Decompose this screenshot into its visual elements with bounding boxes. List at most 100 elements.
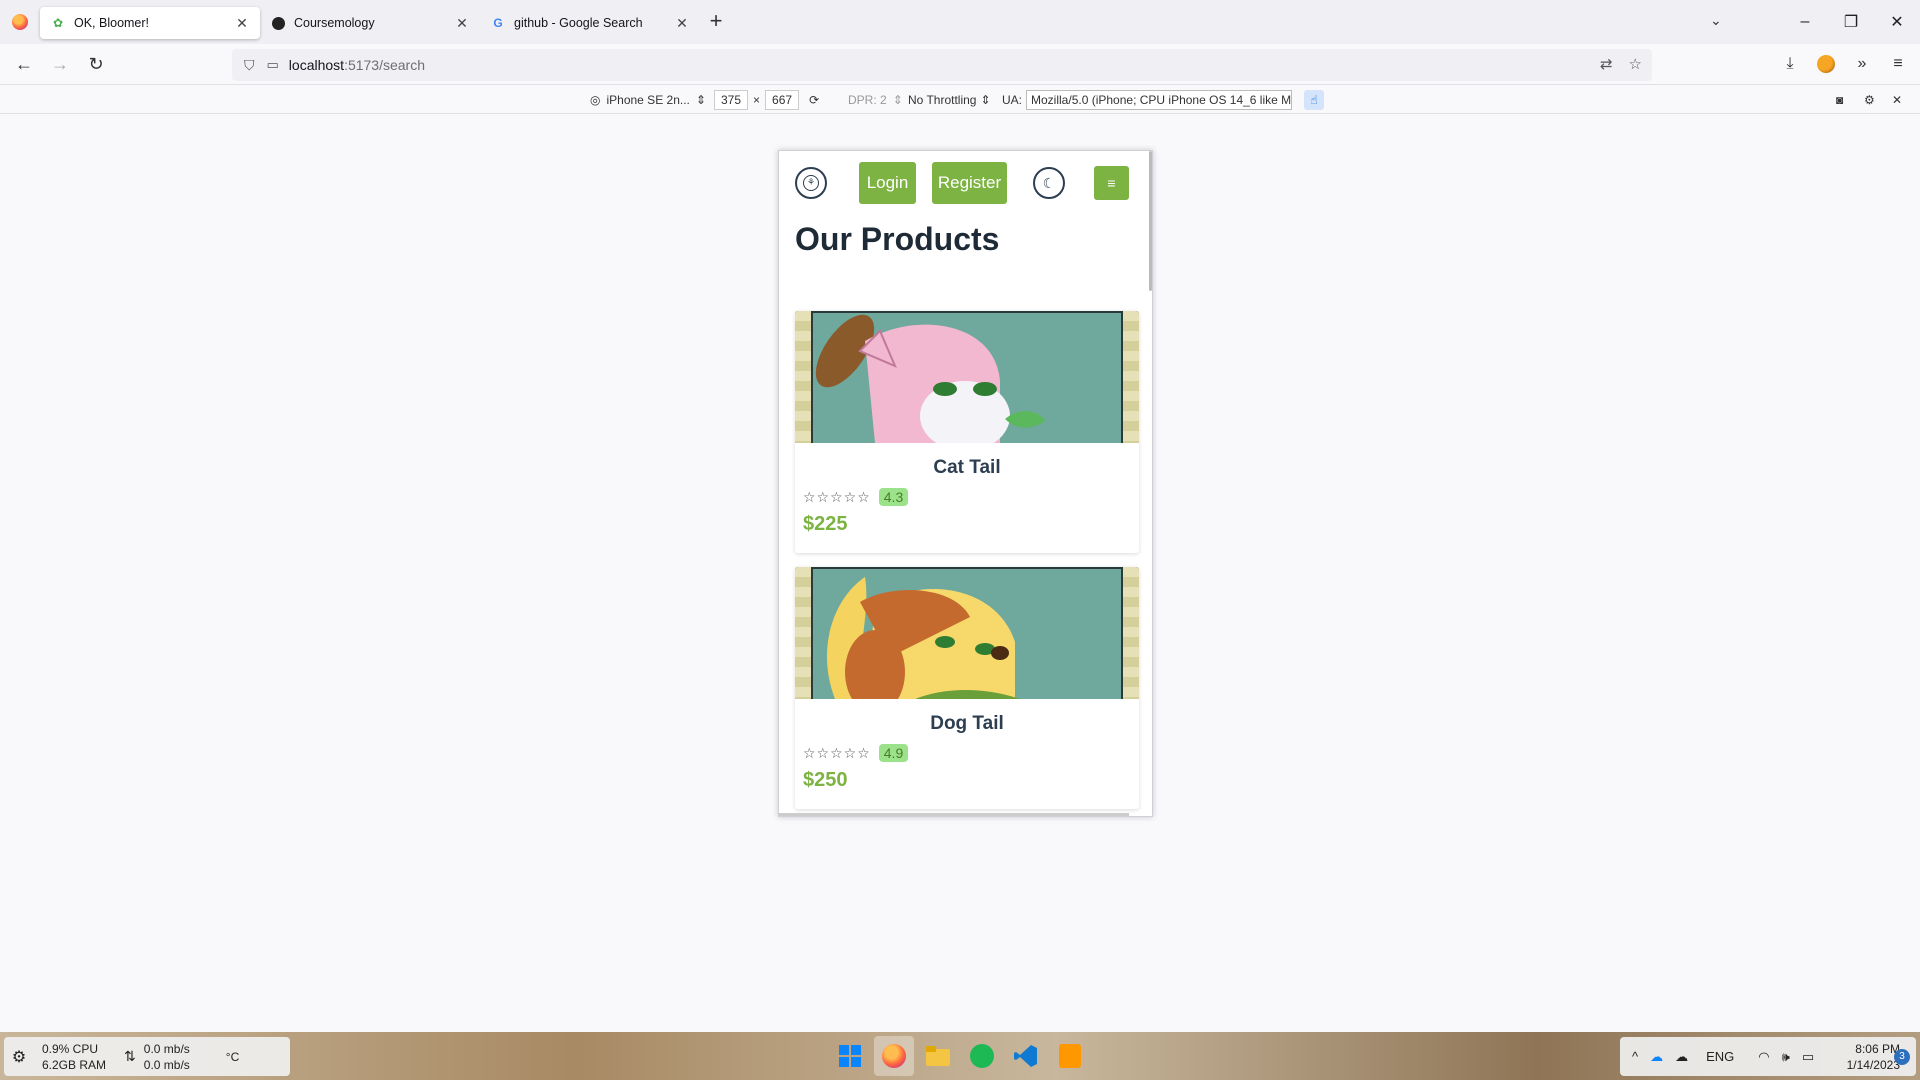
battery-icon[interactable]: ▭: [1802, 1049, 1814, 1065]
device-selector[interactable]: ◎ iPhone SE 2n... ⇕: [590, 90, 706, 110]
page-title: Our Products: [795, 221, 1000, 257]
volume-icon[interactable]: 🕪: [1782, 1049, 1790, 1065]
close-tab-icon[interactable]: ✕: [674, 15, 690, 31]
network-arrows-icon: ⇅: [124, 1048, 136, 1064]
product-price: $250: [803, 769, 848, 791]
responsive-toolbar: ◎ iPhone SE 2n... ⇕ 375 × 667 ⟳ DPR: 2 ⇕…: [0, 86, 1920, 114]
file-explorer-icon[interactable]: [918, 1036, 958, 1076]
new-tab-button[interactable]: +: [700, 6, 732, 38]
close-window-button[interactable]: ✕: [1874, 12, 1920, 32]
cpu-usage: 0.9% CPU: [42, 1041, 99, 1056]
translate-icon[interactable]: ⇄: [1600, 55, 1613, 73]
bookmark-star-icon[interactable]: ☆: [1629, 55, 1642, 73]
spotify-icon[interactable]: [962, 1036, 1002, 1076]
app-header: ⚘ Login Register ☾ ≡: [779, 151, 1151, 219]
google-icon: G: [493, 16, 503, 30]
tab-title: OK, Bloomer!: [74, 16, 150, 30]
restore-button[interactable]: ❐: [1828, 12, 1874, 32]
star-rating-icon: ☆☆☆☆☆: [803, 744, 871, 761]
vertical-scrollbar[interactable]: [1149, 151, 1152, 291]
forward-button[interactable]: →: [42, 48, 78, 80]
overflow-icon[interactable]: »: [1850, 48, 1874, 80]
user-agent-input[interactable]: Mozilla/5.0 (iPhone; CPU iPhone OS 14_6 …: [1026, 90, 1293, 110]
updown-icon: ⇕: [980, 93, 991, 107]
product-price: $225: [803, 513, 848, 535]
chevron-up-icon[interactable]: ^: [1632, 1049, 1638, 1064]
app-logo-icon[interactable]: ⚘: [795, 167, 827, 199]
product-name[interactable]: Cat Tail: [795, 457, 1139, 479]
close-rdm-icon[interactable]: ✕: [1892, 90, 1902, 110]
product-rating: ☆☆☆☆☆ 4.9: [803, 744, 1139, 762]
reload-button[interactable]: ↻: [78, 48, 114, 80]
product-card[interactable]: Cat Tail ☆☆☆☆☆ 4.3 $225: [795, 311, 1139, 553]
coursemology-icon: [270, 15, 286, 31]
hamburger-menu-button[interactable]: ≡: [1094, 166, 1129, 200]
product-card[interactable]: Dog Tail ☆☆☆☆☆ 4.9 $250: [795, 567, 1139, 809]
onedrive-icon[interactable]: ☁: [1650, 1049, 1663, 1065]
product-image[interactable]: [795, 567, 1139, 699]
throttling-selector[interactable]: No Throttling ⇕: [908, 90, 991, 110]
downloads-icon[interactable]: ⤓: [1778, 48, 1802, 80]
system-monitor-widget[interactable]: ⚙ 0.9% CPU 6.2GB RAM ⇅ 0.0 mb/s 0.0 mb/s…: [4, 1037, 290, 1076]
menu-icon[interactable]: ≡: [1886, 48, 1910, 80]
viewport-width-input[interactable]: 375: [714, 90, 749, 110]
tab-google-search[interactable]: G github - Google Search ✕: [480, 7, 700, 39]
back-button[interactable]: ←: [6, 48, 42, 80]
tab-title: Coursemology: [294, 16, 375, 30]
language-indicator[interactable]: ENG: [1706, 1049, 1734, 1064]
ram-usage: 6.2GB RAM: [42, 1057, 107, 1072]
settings-gear-icon[interactable]: ⚙: [1864, 90, 1875, 110]
tab-title: github - Google Search: [514, 16, 643, 30]
rating-score: 4.3: [878, 488, 909, 506]
updown-icon: ⇕: [892, 93, 903, 107]
device-name: iPhone SE 2n...: [606, 93, 690, 107]
close-tab-icon[interactable]: ✕: [454, 15, 470, 31]
leaf-icon: ✿: [52, 16, 64, 30]
firefox-icon[interactable]: [0, 0, 40, 44]
windows-start-icon[interactable]: [830, 1036, 870, 1076]
chip-icon: ⚙: [11, 1048, 27, 1066]
net-upload: 0.0 mb/s: [143, 1041, 190, 1056]
clock[interactable]: 8:06 PM 1/14/2023: [1820, 1041, 1900, 1073]
product-rating: ☆☆☆☆☆ 4.3: [803, 488, 1139, 506]
close-tab-icon[interactable]: ✕: [234, 15, 250, 31]
page-info-icon[interactable]: ▭: [267, 57, 279, 73]
account-avatar[interactable]: [1814, 48, 1838, 80]
cat-tail-image: [815, 314, 1045, 443]
tab-coursemology[interactable]: Coursemology ✕: [260, 7, 480, 39]
temperature: °C: [225, 1049, 240, 1064]
star-rating-icon: ☆☆☆☆☆: [803, 488, 871, 505]
horizontal-scrollbar[interactable]: [779, 813, 1129, 816]
dog-tail-image: [826, 577, 1020, 699]
screenshot-icon[interactable]: ◙: [1836, 90, 1843, 110]
wifi-icon[interactable]: ◠: [1758, 1049, 1769, 1065]
nav-bar: ← → ↻ ⛉ ▭ localhost:5173/search ⇄ ☆ ⤓ » …: [0, 44, 1920, 85]
tab-bar: ✿ OK, Bloomer! ✕ Coursemology ✕ G github…: [0, 0, 1920, 44]
shield-icon[interactable]: ⛉: [244, 57, 255, 74]
window-controls: – ❐ ✕: [1782, 0, 1920, 44]
url-bar[interactable]: ⛉ ▭ localhost:5173/search ⇄ ☆: [232, 49, 1652, 81]
chevron-down-icon[interactable]: ⌄: [1710, 12, 1722, 29]
product-name[interactable]: Dog Tail: [795, 713, 1139, 735]
system-tray: ^ ☁ ☁ ENG ◠ 🕪 ▭ 8:06 PM 1/14/2023 3: [1620, 1037, 1916, 1076]
viewport-height-input[interactable]: 667: [765, 90, 800, 110]
cloud-icon[interactable]: ☁: [1675, 1049, 1688, 1065]
notification-badge[interactable]: 3: [1894, 1049, 1910, 1065]
clock-time: 8:06 PM: [1855, 1042, 1900, 1056]
vscode-icon[interactable]: [1006, 1036, 1046, 1076]
rotate-icon[interactable]: ⟳: [809, 93, 819, 107]
taskbar-apps: [830, 1036, 1090, 1076]
dpr-selector[interactable]: DPR: 2 ⇕: [848, 90, 903, 110]
tab-ok-bloomer[interactable]: ✿ OK, Bloomer! ✕: [40, 7, 260, 39]
minimize-button[interactable]: –: [1782, 13, 1828, 31]
moon-icon[interactable]: ☾: [1033, 167, 1065, 199]
taskbar: ⚙ 0.9% CPU 6.2GB RAM ⇅ 0.0 mb/s 0.0 mb/s…: [0, 1032, 1920, 1080]
firefox-taskbar-icon[interactable]: [874, 1036, 914, 1076]
rating-score: 4.9: [878, 744, 909, 762]
sublime-text-icon[interactable]: [1050, 1036, 1090, 1076]
device-viewport[interactable]: ⚘ Login Register ☾ ≡ Our Products Cat Ta…: [778, 150, 1153, 817]
touch-simulation-icon[interactable]: ☝: [1304, 90, 1325, 110]
product-image[interactable]: [795, 311, 1139, 443]
login-button[interactable]: Login: [859, 162, 916, 204]
register-button[interactable]: Register: [932, 162, 1007, 204]
